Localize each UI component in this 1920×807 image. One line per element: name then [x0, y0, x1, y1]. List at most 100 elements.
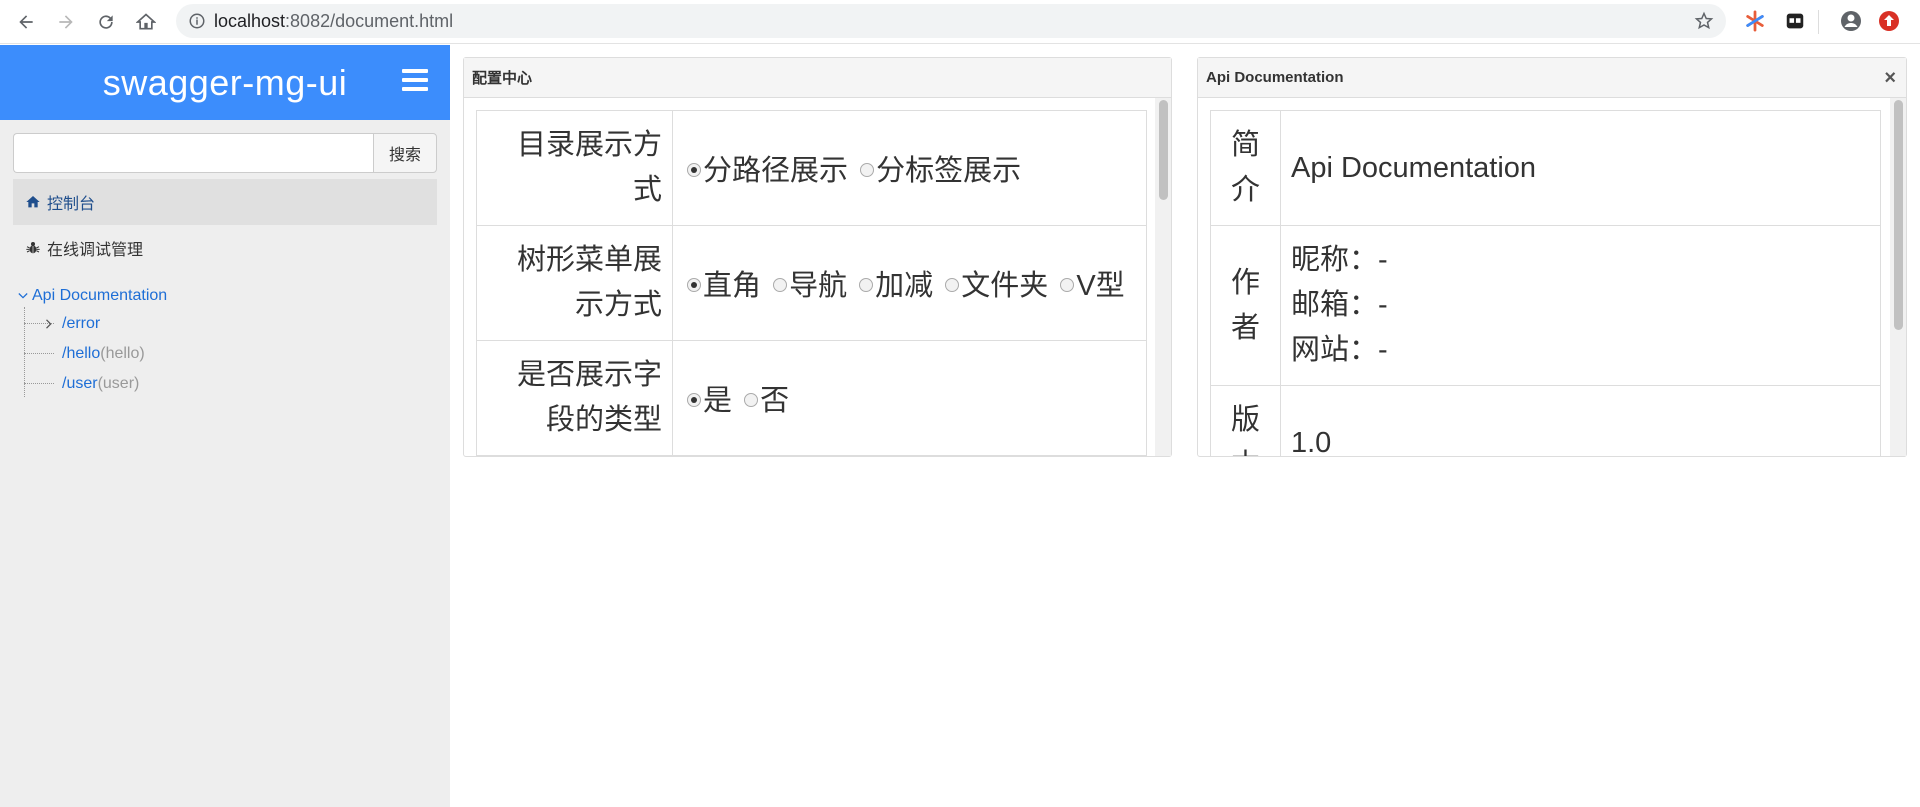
table-row: 目录展示方式 分路径展示 分标签展示: [476, 110, 1147, 226]
doc-panel: Api Documentation × 简介 Api Documentation…: [1197, 57, 1907, 457]
doc-info-table: 简介 Api Documentation 作者 昵称：- 邮箱：- 网站：- 版…: [1210, 110, 1881, 456]
info-label: 作者: [1210, 225, 1281, 386]
doc-panel-title: Api Documentation: [1206, 69, 1344, 86]
table-row: 是否展示字段的类型 是 否: [476, 340, 1147, 456]
api-tree: Api Documentation /error /hello (hello) …: [18, 285, 167, 399]
brand-title: swagger-mg-ui: [102, 61, 348, 103]
chevron-down-icon[interactable]: [18, 291, 32, 301]
radio-label[interactable]: 分路径展示: [703, 155, 848, 187]
forward-button[interactable]: [46, 2, 86, 42]
hamburger-menu-icon[interactable]: [402, 69, 428, 91]
config-options: 是 否: [672, 340, 1147, 456]
radio-button[interactable]: [1060, 278, 1075, 293]
tree-node-error[interactable]: /error: [18, 309, 167, 339]
author-website: 网站：-: [1291, 334, 1388, 366]
close-icon[interactable]: ×: [1884, 67, 1896, 90]
radio-button[interactable]: [687, 393, 701, 408]
toolbar-divider: [1818, 10, 1819, 34]
info-icon[interactable]: [180, 12, 214, 30]
tree-node-hello[interactable]: /hello (hello): [18, 339, 167, 369]
search-bar: 搜索: [13, 133, 437, 173]
author-nickname: 昵称：-: [1291, 244, 1388, 276]
tree-node-path: /user: [62, 375, 98, 392]
brand-header: swagger-mg-ui: [0, 45, 450, 120]
tree-root-label: Api Documentation: [32, 287, 168, 304]
info-label: 版本: [1210, 385, 1281, 456]
config-panel-title: 配置中心: [472, 70, 533, 87]
tree-node-path: /hello: [62, 345, 101, 362]
scrollbar-thumb[interactable]: [1894, 100, 1903, 330]
app-root: swagger-mg-ui 搜索 控制台 在线调试管理 Api Document…: [0, 45, 1920, 807]
config-panel-body: 目录展示方式 分路径展示 分标签展示 树形菜单展示方式 直角 导航 加减 文件夹…: [464, 98, 1171, 456]
config-options: 分路径展示 分标签展示: [672, 110, 1147, 226]
author-email: 邮箱：-: [1291, 289, 1388, 321]
radio-label[interactable]: 文件夹: [961, 270, 1048, 302]
doc-panel-header: Api Documentation ×: [1198, 58, 1906, 98]
extension-box-icon[interactable]: [1782, 8, 1808, 34]
menu-item-console[interactable]: 控制台: [13, 179, 437, 225]
scrollbar[interactable]: [1890, 98, 1906, 456]
radio-label[interactable]: 是: [703, 385, 732, 417]
table-row: 作者 昵称：- 邮箱：- 网站：-: [1210, 225, 1881, 386]
table-row: [476, 455, 1147, 456]
config-label: 树形菜单展示方式: [476, 225, 673, 341]
update-icon[interactable]: [1876, 8, 1902, 34]
radio-label[interactable]: 分标签展示: [876, 155, 1021, 187]
config-table: 目录展示方式 分路径展示 分标签展示 树形菜单展示方式 直角 导航 加减 文件夹…: [476, 110, 1147, 456]
radio-button[interactable]: [687, 278, 701, 293]
scrollbar-thumb[interactable]: [1159, 100, 1168, 200]
url-text: localhost:8082/document.html: [214, 10, 454, 31]
search-input[interactable]: [13, 133, 373, 173]
radio-button[interactable]: [859, 278, 874, 293]
chevron-right-icon[interactable]: [44, 316, 54, 334]
info-value: 1.0: [1280, 385, 1881, 456]
config-options: 直角 导航 加减 文件夹 V型: [672, 225, 1147, 341]
reload-icon: [99, 15, 113, 29]
browser-toolbar: localhost:8082/document.html: [0, 0, 1920, 44]
radio-button[interactable]: [744, 393, 759, 408]
bookmark-star-icon[interactable]: [1694, 11, 1714, 36]
address-bar[interactable]: localhost:8082/document.html: [176, 4, 1726, 38]
sidebar: swagger-mg-ui 搜索 控制台 在线调试管理 Api Document…: [0, 45, 450, 807]
tree-node-tag: (hello): [100, 345, 145, 362]
table-row: 树形菜单展示方式 直角 导航 加减 文件夹 V型: [476, 225, 1147, 341]
back-button[interactable]: [6, 2, 46, 42]
arrow-left-icon: [19, 15, 33, 29]
tree-node-tag: (user): [97, 375, 140, 392]
tree-root[interactable]: Api Documentation: [18, 285, 167, 307]
home-button[interactable]: [126, 2, 166, 42]
search-button[interactable]: 搜索: [373, 133, 437, 173]
radio-button[interactable]: [945, 278, 960, 293]
arrow-right-icon: [59, 15, 73, 29]
doc-panel-body: 简介 Api Documentation 作者 昵称：- 邮箱：- 网站：- 版…: [1198, 98, 1906, 456]
config-panel-header: 配置中心: [464, 58, 1171, 98]
tree-node-path: /error: [62, 315, 101, 332]
radio-button[interactable]: [860, 163, 875, 178]
reload-button[interactable]: [86, 2, 126, 42]
home-icon: [25, 194, 41, 210]
bug-icon: [25, 240, 41, 256]
menu-item-debug[interactable]: 在线调试管理: [13, 225, 437, 271]
info-value: 昵称：- 邮箱：- 网站：-: [1280, 225, 1881, 386]
config-label: 目录展示方式: [476, 110, 673, 226]
radio-label[interactable]: 否: [760, 385, 789, 417]
table-row: 简介 Api Documentation: [1210, 110, 1881, 226]
tree-node-user[interactable]: /user (user): [18, 369, 167, 399]
config-panel: 配置中心 目录展示方式 分路径展示 分标签展示 树形菜单展示方式 直角 导航 加…: [463, 57, 1172, 457]
info-value: Api Documentation: [1280, 110, 1881, 226]
menu-item-label: 在线调试管理: [47, 242, 144, 259]
radio-button[interactable]: [687, 163, 701, 178]
info-label: 简介: [1210, 110, 1281, 226]
table-row: 版本 1.0: [1210, 385, 1881, 456]
scrollbar[interactable]: [1155, 98, 1171, 456]
radio-label[interactable]: V型: [1076, 270, 1124, 302]
radio-label[interactable]: 加减: [875, 270, 933, 302]
radio-button[interactable]: [773, 278, 788, 293]
config-label: 是否展示字段的类型: [476, 340, 673, 456]
extension-pinwheel-icon[interactable]: [1742, 8, 1768, 34]
home-outline-icon: [136, 13, 156, 30]
radio-label[interactable]: 直角: [703, 270, 761, 302]
menu-item-label: 控制台: [47, 196, 96, 213]
profile-avatar-icon[interactable]: [1838, 8, 1864, 34]
radio-label[interactable]: 导航: [789, 270, 847, 302]
